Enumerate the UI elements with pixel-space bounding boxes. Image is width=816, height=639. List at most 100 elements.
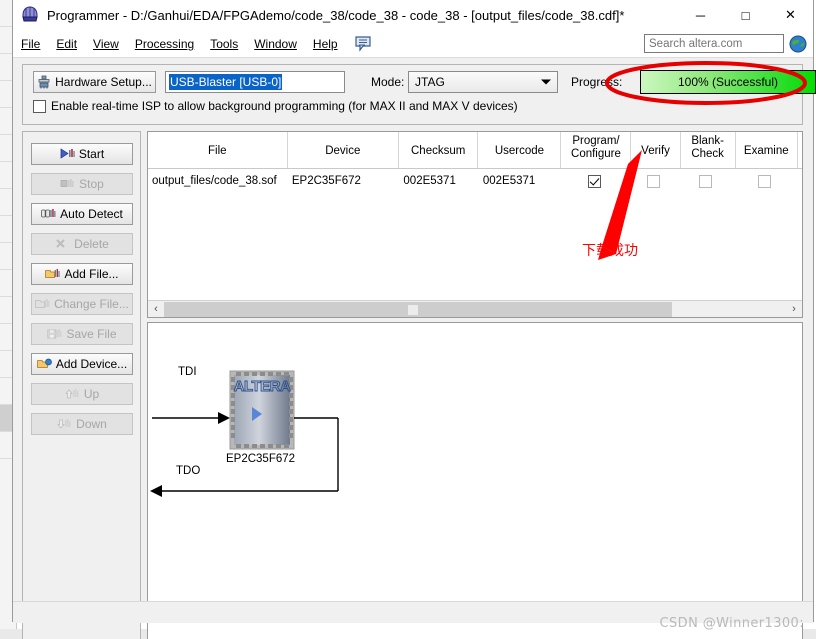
cell-examine[interactable] [736,169,798,193]
move-up-button-label: Up [83,387,100,401]
menu-item-file[interactable]: File [13,35,48,53]
programmer-icon [19,4,41,26]
realtime-isp-checkbox[interactable] [33,99,46,113]
menu-item-edit[interactable]: Edit [48,35,85,53]
column-header-file[interactable]: File [148,132,288,168]
cell-file: output_files/code_38.sof [152,175,277,187]
realtime-isp-row[interactable]: Enable real-time ISP to allow background… [33,99,518,113]
cell-verify[interactable] [632,169,681,193]
cell-checksum: 002E5371 [403,175,456,187]
examine-checkbox[interactable] [757,174,771,188]
start-icon [60,147,75,161]
scroll-left-arrow-icon[interactable]: ‹ [148,302,164,317]
arrow-up-icon [64,387,80,401]
close-button[interactable]: ✕ [768,0,813,30]
mode-select[interactable]: JTAG [408,71,558,93]
scrollbar-track[interactable] [164,301,786,317]
column-header-blank-label: Blank- [691,135,724,147]
hardware-setup-icon [37,75,51,89]
save-file-button[interactable]: Save File [31,323,133,345]
menu-item-view[interactable]: View [85,35,127,53]
column-header-checksum[interactable]: Checksum [399,132,479,168]
cell-usercode: 002E5371 [482,175,536,187]
add-device-icon [37,357,52,371]
column-header-device[interactable]: Device [288,132,399,168]
menu-label-processing: Processing [134,37,195,51]
verify-checkbox[interactable] [647,174,661,188]
hardware-setup-label: Hardware Setup... [55,75,152,89]
save-file-button-label: Save File [66,327,117,341]
blank-check-checkbox[interactable] [699,174,713,188]
arrow-down-icon [57,417,72,431]
annotation-text: 下载成功 [582,243,638,259]
delete-icon [55,237,70,251]
menu-item-window[interactable]: Window [246,35,305,53]
menu-item-processing[interactable]: Processing [127,35,202,53]
realtime-isp-label: Enable real-time ISP to allow background… [51,99,518,113]
programming-table: File Device Checksum Usercode Program/ C… [147,131,803,318]
stop-button[interactable]: Stop [31,173,133,195]
add-file-button-label: Add File... [64,267,119,281]
progress-label: Progress: [571,75,623,89]
scrollbar-grip [408,304,418,315]
program-configure-checkbox[interactable] [588,174,602,188]
column-header-verify-label: Verify [641,145,670,157]
column-header-verify[interactable]: Verify [631,132,681,168]
window-controls: ─ □ ✕ [678,0,813,30]
column-header-usercode[interactable]: Usercode [478,132,562,168]
maximize-button[interactable]: □ [723,0,768,30]
start-button-label: Start [78,147,105,161]
globe-icon[interactable] [789,35,807,53]
window-body: Hardware Setup... USB-Blaster [USB-0] Mo… [13,58,816,639]
start-button[interactable]: Start [31,143,133,165]
watermark: CSDN @Winner1300: [659,616,804,631]
delete-button[interactable]: Delete [31,233,133,255]
jtag-chain-diagram: ALTERA TDI TDO EP2C35F672 [147,322,803,639]
change-file-icon [35,297,50,311]
column-header-blank-check[interactable]: Blank- Check [681,132,736,168]
hardware-panel: Hardware Setup... USB-Blaster [USB-0] Mo… [22,64,816,125]
add-file-button[interactable]: Add File... [31,263,133,285]
column-header-examine[interactable]: Examine [736,132,798,168]
table-header-row: File Device Checksum Usercode Program/ C… [148,132,802,169]
column-header-program-configure[interactable]: Program/ Configure [561,132,632,168]
menu-label-help: Help [312,37,338,51]
change-file-button[interactable]: Change File... [31,293,133,315]
column-header-program-label: Program/ [572,135,620,147]
menu-label-window: Window [254,37,297,51]
menu-item-help[interactable]: Help [305,35,346,53]
progress-value: 100% (Successful) [677,75,779,89]
menu-label-tools: Tools [210,37,239,51]
chip-device-label: EP2C35F672 [226,453,296,465]
menu-label-view: View [93,37,119,51]
add-device-button[interactable]: Add Device... [31,353,133,375]
move-up-button[interactable]: Up [31,383,133,405]
feedback-bubble-icon[interactable] [354,35,372,53]
stop-icon [60,177,75,191]
menu-item-tools[interactable]: Tools [202,35,246,53]
cell-program-configure[interactable] [562,169,632,193]
hardware-setup-button[interactable]: Hardware Setup... [33,71,156,93]
cell-blank-check[interactable] [681,169,736,193]
mode-label: Mode: [371,75,405,89]
auto-detect-button[interactable]: Auto Detect [31,203,133,225]
move-down-button[interactable]: Down [31,413,133,435]
auto-detect-icon [41,207,56,221]
table-horizontal-scrollbar[interactable]: ‹ › [148,300,802,317]
menu-bar: File Edit View Processing Tools Window H… [13,31,813,58]
column-header-device-label: Device [325,145,361,157]
column-header-examine-label: Examine [743,145,789,157]
table-row[interactable]: output_files/code_38.sof EP2C35F672 002E… [148,169,802,193]
window-title: Programmer - D:/Ganhui/EDA/FPGAdemo/code… [47,7,625,23]
change-file-button-label: Change File... [54,297,129,311]
search-input[interactable] [644,34,784,53]
column-header-usercode-label: Usercode [494,145,545,157]
minimize-button[interactable]: ─ [678,0,723,30]
action-sidebar: Start Stop Auto Detect Delete Add File..… [22,131,141,639]
hardware-cable-field[interactable]: USB-Blaster [USB-0] [165,71,345,93]
scrollbar-thumb[interactable] [164,301,672,317]
chevron-down-icon [541,79,551,85]
column-header-check-label: Check [691,148,724,160]
scroll-right-arrow-icon[interactable]: › [786,302,802,317]
tdo-label: TDO [176,465,201,477]
